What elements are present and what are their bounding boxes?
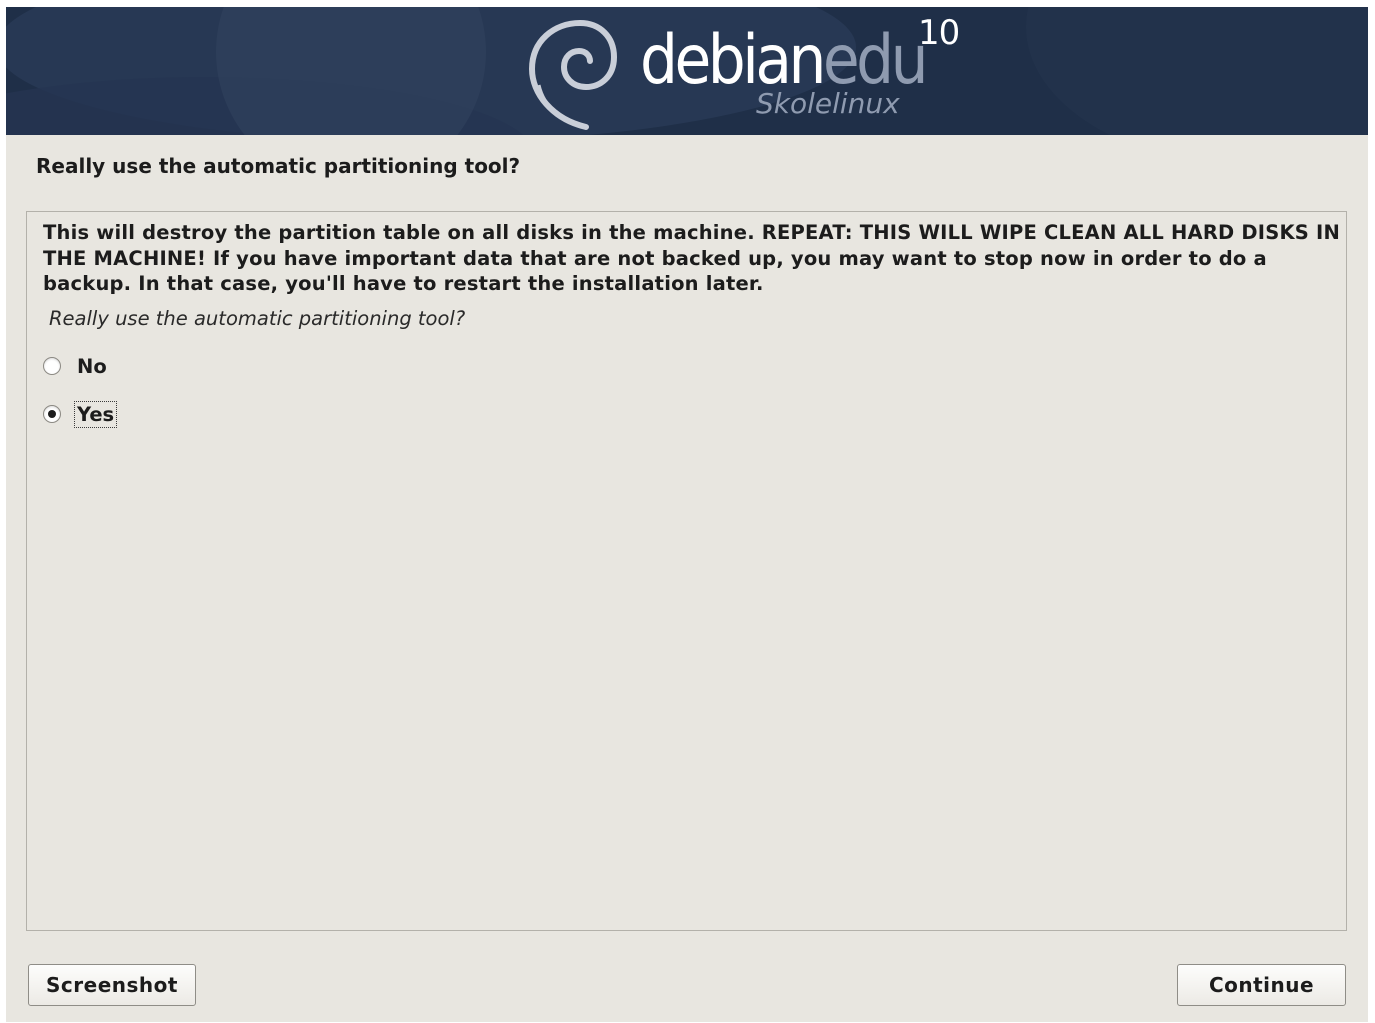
installer-window: debianedu 10 Skolelinux Really use the a… (6, 7, 1368, 1022)
screenshot-button[interactable]: Screenshot (28, 964, 196, 1006)
radio-button-yes[interactable] (43, 405, 61, 423)
continue-button[interactable]: Continue (1177, 964, 1346, 1006)
radio-option-no[interactable]: No (43, 352, 110, 380)
radio-label-no[interactable]: No (74, 353, 110, 380)
debian-swirl-logo (528, 19, 618, 130)
warning-description: This will destroy the partition table on… (43, 221, 1341, 295)
radio-option-yes[interactable]: Yes (43, 400, 118, 428)
header-banner: debianedu 10 Skolelinux (6, 7, 1368, 135)
logo-version: 10 (918, 13, 960, 53)
question-text: Really use the automatic partitioning to… (49, 307, 466, 330)
logo-subtitle: Skolelinux (756, 87, 900, 120)
page-title: Really use the automatic partitioning to… (36, 154, 521, 178)
radio-selected-dot (48, 410, 56, 418)
radio-label-yes[interactable]: Yes (74, 400, 118, 428)
radio-button-no[interactable] (43, 357, 61, 375)
content-panel: This will destroy the partition table on… (26, 211, 1347, 931)
